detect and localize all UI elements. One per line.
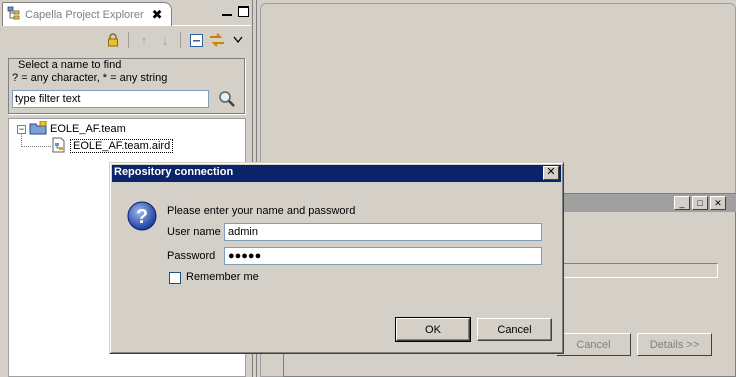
remember-me-checkbox[interactable] — [169, 272, 181, 284]
explorer-tab[interactable]: Capella Project Explorer ✖ — [2, 2, 172, 26]
ok-button[interactable]: OK — [395, 317, 471, 342]
dialog-prompt: Please enter your name and password — [167, 205, 356, 217]
details-button[interactable]: Details >> — [637, 333, 712, 356]
close-icon[interactable]: ✕ — [710, 196, 726, 210]
tree-item-label: EOLE_AF.team — [50, 123, 126, 135]
link-with-editor-icon[interactable] — [208, 31, 226, 49]
username-label: User name — [167, 226, 221, 238]
collapse-all-icon[interactable] — [187, 31, 205, 49]
view-menu-icon[interactable] — [229, 31, 247, 49]
explorer-view-icon — [7, 6, 21, 23]
svg-text:?: ? — [136, 206, 148, 228]
progress-bar — [563, 263, 718, 278]
toolbar-separator — [180, 32, 181, 48]
tree-item-label: EOLE_AF.team.aird — [70, 139, 174, 153]
explorer-tab-title: Capella Project Explorer — [25, 8, 144, 21]
question-icon: ? — [126, 200, 158, 232]
dialog-title: Repository connection — [114, 166, 234, 178]
remember-me-label: Remember me — [186, 271, 259, 283]
password-label: Password — [167, 250, 216, 262]
search-icon[interactable] — [218, 90, 236, 108]
username-field[interactable] — [224, 223, 542, 241]
arrow-down-icon[interactable]: ↓ — [156, 31, 174, 49]
collapse-icon[interactable]: − — [17, 124, 26, 134]
lock-icon[interactable] — [104, 31, 122, 49]
toolbar-separator — [128, 32, 129, 48]
arrow-up-icon[interactable]: ↑ — [135, 31, 153, 49]
maximize-icon[interactable]: □ — [692, 196, 708, 210]
password-field[interactable] — [224, 247, 542, 265]
view-tab-bar: Capella Project Explorer ✖ — [2, 2, 251, 26]
maximize-view-icon[interactable] — [238, 6, 249, 17]
minimize-icon[interactable]: _ — [674, 196, 690, 210]
tree-connector — [21, 146, 51, 147]
tree-item-aird[interactable]: EOLE_AF.team.aird — [51, 137, 174, 156]
cancel-button[interactable]: Cancel — [477, 318, 552, 341]
background-cancel-button[interactable]: Cancel — [556, 333, 631, 356]
tree-item-project[interactable]: − EOLE_AF.team — [17, 120, 126, 138]
aird-file-icon — [51, 137, 67, 156]
minimize-view-icon[interactable] — [222, 8, 232, 16]
filter-input[interactable] — [12, 90, 209, 108]
filter-legend: Select a name to find — [16, 59, 124, 71]
close-icon[interactable]: ✖ — [152, 8, 163, 21]
team-project-icon — [29, 120, 47, 138]
background-window-controls: _ □ ✕ — [674, 196, 726, 210]
explorer-toolbar: ↑ ↓ — [2, 27, 251, 53]
filter-description: ? = any character, * = any string — [12, 72, 168, 84]
close-icon[interactable]: ✕ — [543, 166, 559, 180]
